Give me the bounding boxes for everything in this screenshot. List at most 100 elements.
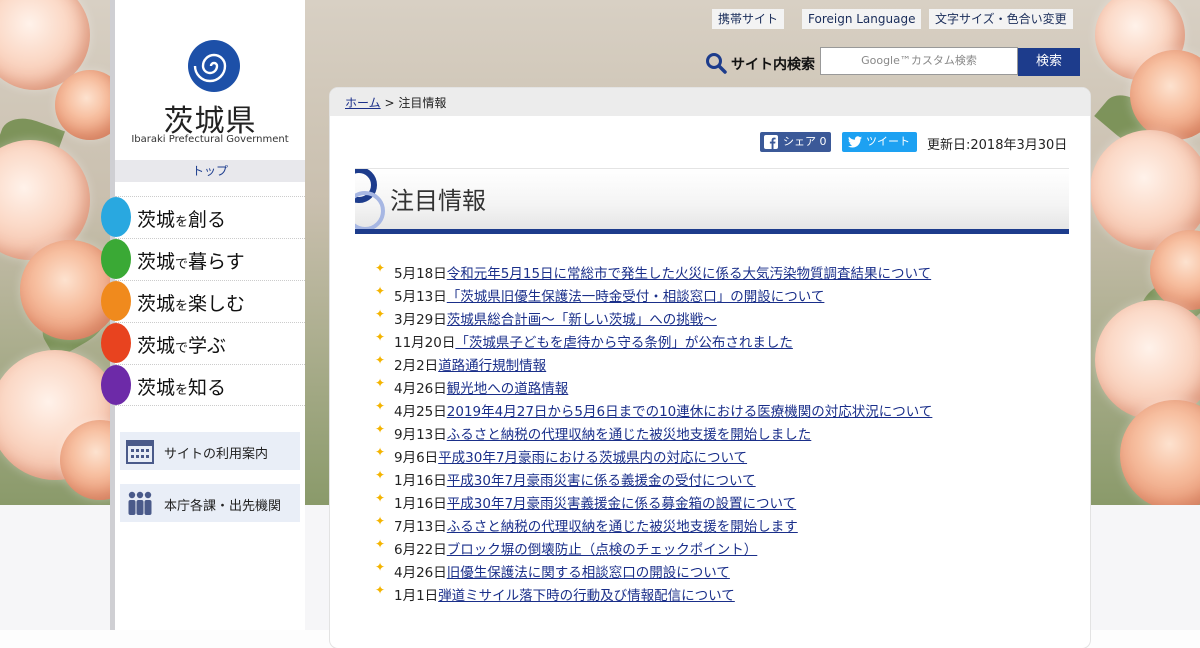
mobile-site-link[interactable]: 携帯サイト xyxy=(712,9,785,29)
facebook-share-label: シェア 0 xyxy=(783,135,827,148)
star-bullet-icon: ✦ xyxy=(375,445,386,459)
departments-label: 本庁各課・出先機関 xyxy=(164,499,282,514)
search-icon xyxy=(706,53,727,74)
menu-label-particle: で xyxy=(175,341,189,356)
star-bullet-icon: ✦ xyxy=(375,422,386,436)
twitter-tweet-button[interactable]: ツイート xyxy=(842,132,917,152)
star-bullet-icon: ✦ xyxy=(375,261,386,275)
top-page-link[interactable]: トップ xyxy=(115,160,305,182)
font-color-settings-link[interactable]: 文字サイズ・色合い変更 xyxy=(929,9,1073,29)
star-bullet-icon: ✦ xyxy=(375,468,386,482)
news-item: ✦ 9月6日平成30年7月豪雨における茨城県内の対応について xyxy=(375,444,1055,467)
news-date: 6月22日 xyxy=(394,542,447,558)
menu-color-marker xyxy=(101,197,131,237)
menu-color-marker xyxy=(101,239,131,279)
content-panel: ホーム > 注目情報 シェア 0 ツイート 更新日:2018年3月30日 注目情… xyxy=(330,88,1090,648)
logo-subtitle: Ibaraki Prefectural Government xyxy=(131,134,289,145)
menu-label-end: 学ぶ xyxy=(188,335,227,357)
menu-label-end: 創る xyxy=(188,209,227,231)
site-logo[interactable]: 茨城県 Ibaraki Prefectural Government xyxy=(115,0,305,160)
news-link[interactable]: ふるさと納税の代理収納を通じた被災地支援を開始しました xyxy=(447,427,812,443)
news-date: 4月25日 xyxy=(394,404,447,420)
breadcrumb-separator: > xyxy=(380,96,399,110)
news-item: ✦ 4月25日2019年4月27日から5月6日までの10連休における医療機関の対応… xyxy=(375,398,1055,421)
search-input[interactable]: Google™カスタム検索 xyxy=(820,47,1018,75)
news-item: ✦ 7月13日ふるさと納税の代理収納を通じた被災地支援を開始します xyxy=(375,513,1055,536)
news-date: 9月13日 xyxy=(394,427,447,443)
news-date: 9月6日 xyxy=(394,450,439,466)
news-link[interactable]: 令和元年5月15日に常総市で発生した火災に係る大気汚染物質調査結果について xyxy=(447,266,931,282)
news-item: ✦ 1月1日弾道ミサイル落下時の行動及び情報配信について xyxy=(375,582,1055,605)
menu-item-learn[interactable]: 茨城で学ぶ xyxy=(101,322,305,364)
menu-label: 茨城 xyxy=(137,335,176,357)
news-date: 7月13日 xyxy=(394,519,447,535)
departments-link[interactable]: 本庁各課・出先機関 xyxy=(120,484,300,522)
star-bullet-icon: ✦ xyxy=(375,376,386,390)
menu-label: 茨城 xyxy=(137,293,176,315)
news-date: 2月2日 xyxy=(394,358,439,374)
search-button[interactable]: 検索 xyxy=(1018,48,1080,76)
facebook-share-button[interactable]: シェア 0 xyxy=(760,132,831,152)
news-link[interactable]: 観光地への道路情報 xyxy=(447,381,569,397)
news-date: 1月16日 xyxy=(394,496,447,512)
news-item: ✦ 3月29日茨城県総合計画～「新しい茨城」への挑戦～ xyxy=(375,306,1055,329)
breadcrumb-home-link[interactable]: ホーム xyxy=(345,96,381,110)
menu-item-enjoy[interactable]: 茨城を楽しむ xyxy=(101,280,305,322)
news-item: ✦ 4月26日旧優生保護法に関する相談窓口の開設について xyxy=(375,559,1055,582)
news-item: ✦ 1月16日平成30年7月豪雨災害に係る義援金の受付について xyxy=(375,467,1055,490)
news-link[interactable]: 「茨城県旧優生保護法一時金受付・相談窓口」の開設について xyxy=(447,289,825,305)
star-bullet-icon: ✦ xyxy=(375,399,386,413)
news-date: 1月1日 xyxy=(394,588,439,604)
site-guide-label: サイトの利用案内 xyxy=(164,447,269,462)
menu-item-know[interactable]: 茨城を知る xyxy=(101,364,305,406)
menu-item-live[interactable]: 茨城で暮らす xyxy=(101,238,305,280)
news-link[interactable]: 2019年4月27日から5月6日までの10連休における医療機関の対応状況について xyxy=(447,404,933,420)
menu-label: 茨城 xyxy=(137,251,176,273)
site-guide-link[interactable]: サイトの利用案内 xyxy=(120,432,300,470)
news-link[interactable]: 弾道ミサイル落下時の行動及び情報配信について xyxy=(438,588,735,604)
people-icon xyxy=(128,491,152,515)
menu-item-create[interactable]: 茨城を創る xyxy=(101,196,305,238)
news-date: 4月26日 xyxy=(394,565,447,581)
menu-color-marker xyxy=(101,323,131,363)
star-bullet-icon: ✦ xyxy=(375,583,386,597)
menu-label-end: 楽しむ xyxy=(188,293,246,315)
star-bullet-icon: ✦ xyxy=(375,284,386,298)
news-item: ✦ 4月26日観光地への道路情報 xyxy=(375,375,1055,398)
share-row: シェア 0 ツイート 更新日:2018年3月30日 xyxy=(760,132,1070,153)
foreign-language-link[interactable]: Foreign Language xyxy=(802,9,922,29)
news-link[interactable]: 平成30年7月豪雨災害に係る義援金の受付について xyxy=(447,473,756,489)
facebook-icon xyxy=(764,135,778,149)
news-date: 5月13日 xyxy=(394,289,447,305)
news-link[interactable]: 平成30年7月豪雨災害義援金に係る募金箱の設置について xyxy=(447,496,796,512)
news-link[interactable]: 「茨城県子どもを虐待から守る条例」が公布されました xyxy=(455,335,793,351)
updated-date: 更新日:2018年3月30日 xyxy=(927,138,1068,153)
menu-color-marker xyxy=(101,281,131,321)
star-bullet-icon: ✦ xyxy=(375,353,386,367)
news-item: ✦ 1月16日平成30年7月豪雨災害義援金に係る募金箱の設置について xyxy=(375,490,1055,513)
news-item: ✦ 11月20日「茨城県子どもを虐待から守る条例」が公布されました xyxy=(375,329,1055,352)
news-item: ✦ 5月18日令和元年5月15日に常総市で発生した火災に係る大気汚染物質調査結果に… xyxy=(375,260,1055,283)
prefecture-emblem-icon xyxy=(188,40,240,92)
news-list: ✦ 5月18日令和元年5月15日に常総市で発生した火災に係る大気汚染物質調査結果に… xyxy=(375,260,1055,605)
news-item: ✦ 9月13日ふるさと納税の代理収納を通じた被災地支援を開始しました xyxy=(375,421,1055,444)
news-link[interactable]: 茨城県総合計画～「新しい茨城」への挑戦～ xyxy=(447,312,717,328)
news-date: 3月29日 xyxy=(394,312,447,328)
twitter-tweet-label: ツイート xyxy=(866,135,910,148)
news-date: 11月20日 xyxy=(394,335,456,351)
news-link[interactable]: 旧優生保護法に関する相談窓口の開設について xyxy=(447,565,730,581)
menu-color-marker xyxy=(101,365,131,405)
star-bullet-icon: ✦ xyxy=(375,491,386,505)
news-item: ✦ 5月13日「茨城県旧優生保護法一時金受付・相談窓口」の開設について xyxy=(375,283,1055,306)
sidebar: 茨城県 Ibaraki Prefectural Government トップ 茨… xyxy=(101,0,305,630)
news-link[interactable]: ふるさと納税の代理収納を通じた被災地支援を開始します xyxy=(447,519,798,535)
search-label: サイト内検索 xyxy=(731,57,815,73)
star-bullet-icon: ✦ xyxy=(375,514,386,528)
news-date: 1月16日 xyxy=(394,473,447,489)
star-bullet-icon: ✦ xyxy=(375,330,386,344)
page-heading: 注目情報 xyxy=(355,168,1069,234)
news-link[interactable]: 平成30年7月豪雨における茨城県内の対応について xyxy=(438,450,747,466)
news-link[interactable]: ブロック塀の倒壊防止（点検のチェックポイント） xyxy=(447,542,758,558)
news-link[interactable]: 道路通行規制情報 xyxy=(438,358,546,374)
calendar-icon xyxy=(126,440,154,464)
